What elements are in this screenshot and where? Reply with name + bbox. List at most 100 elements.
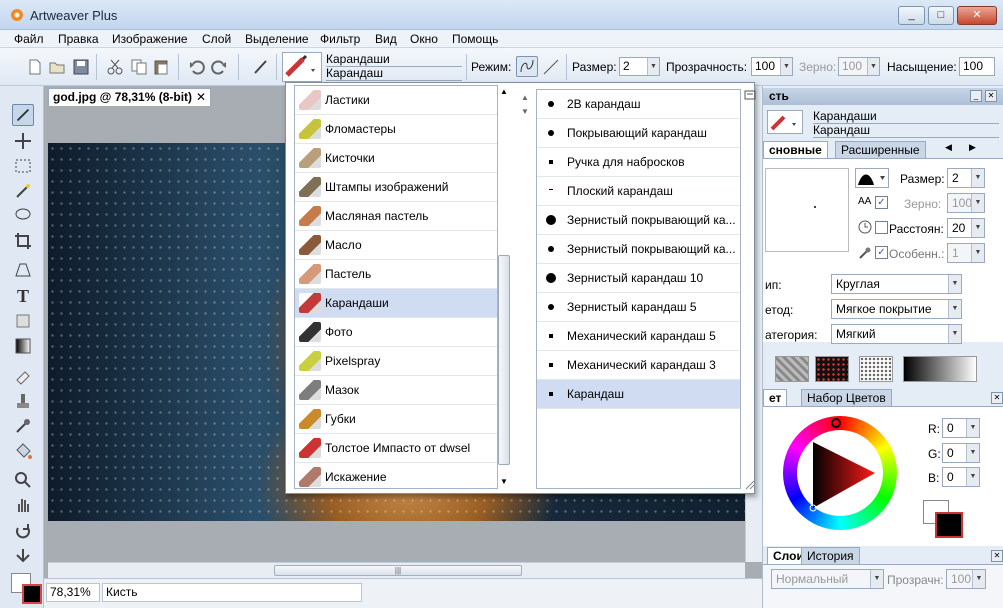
hand-tool-icon[interactable] — [12, 494, 34, 516]
grain-swatch[interactable] — [859, 356, 893, 382]
brush-category-item[interactable]: Толстое Импасто от dwsel — [295, 434, 497, 463]
color-triangle[interactable] — [783, 416, 897, 530]
panel-foreground-color-swatch[interactable] — [935, 512, 963, 538]
tab-next-icon[interactable]: ▶ — [969, 142, 976, 153]
resize-grip-icon[interactable] — [744, 479, 756, 491]
document-tab[interactable]: god.jpg @ 78,31% (8-bit) ✕ — [48, 88, 211, 106]
category-scrollbar[interactable]: ▲ ▼ — [496, 85, 512, 489]
saturation-input[interactable]: 100 — [959, 57, 995, 76]
list-scroll-down-icon[interactable]: ▼ — [521, 107, 529, 116]
brush-variant-item[interactable]: Карандаш — [537, 380, 740, 409]
brush-preset-picker[interactable] — [282, 52, 322, 82]
brush-type-select[interactable]: Круглая ▼ — [831, 274, 962, 294]
menu-help[interactable]: Помощь — [452, 32, 498, 46]
brush-category-item[interactable]: Мазок — [295, 376, 497, 405]
red-input[interactable]: 0 ▼ — [942, 418, 980, 438]
open-folder-icon[interactable] — [48, 58, 66, 76]
tab-basic[interactable]: сновные — [763, 141, 828, 158]
mode-freehand-button[interactable] — [516, 56, 538, 77]
undo-icon[interactable] — [188, 58, 206, 76]
grain-checkbox[interactable]: ✓ — [875, 196, 888, 209]
brush-variant-item[interactable]: Зернистый покрывающий ка... — [537, 206, 740, 235]
close-button[interactable]: ✕ — [957, 6, 997, 25]
brush-category-item[interactable]: Масляная пастель — [295, 202, 497, 231]
zoom-tool-icon[interactable] — [12, 469, 34, 491]
straight-line-icon[interactable] — [542, 58, 560, 76]
scroll-down-icon[interactable]: ▼ — [500, 477, 508, 486]
menu-layer[interactable]: Слой — [202, 32, 231, 46]
brush-category-list[interactable]: Ластики Фломастеры Кисточки Штампы изображе… — [294, 85, 498, 489]
brush-category-item[interactable]: Губки — [295, 405, 497, 434]
menu-window[interactable]: Окно — [410, 32, 438, 46]
brush-variant-item[interactable]: Механический карандаш 5 — [537, 322, 740, 351]
texture-swatch[interactable] — [775, 356, 809, 382]
blue-input[interactable]: 0 ▼ — [942, 467, 980, 487]
cut-icon[interactable] — [106, 58, 124, 76]
spacing-checkbox[interactable] — [875, 221, 888, 234]
feature-checkbox[interactable]: ✓ — [875, 246, 888, 259]
brush-category-item[interactable]: Пастель — [295, 260, 497, 289]
stamp-tool-icon[interactable] — [12, 390, 34, 412]
redo-icon[interactable] — [210, 58, 228, 76]
lasso-tool-icon[interactable] — [12, 205, 34, 227]
new-file-icon[interactable] — [26, 58, 44, 76]
shape-tool-icon[interactable] — [12, 310, 34, 332]
popup-menu-icon[interactable] — [744, 89, 756, 101]
gradient-swatch[interactable] — [903, 356, 977, 382]
foreground-color-swatch[interactable] — [22, 584, 42, 604]
size-input[interactable]: 2 ▼ — [619, 57, 660, 76]
brush-category-item[interactable]: Pixelspray — [295, 347, 497, 376]
menu-image[interactable]: Изображение — [112, 32, 188, 46]
brush-category-item[interactable]: Кисточки — [295, 144, 497, 173]
brush-category-item[interactable]: Штампы изображений — [295, 173, 497, 202]
opacity-input[interactable]: 100 ▼ — [751, 57, 793, 76]
brush-variant-item[interactable]: Покрывающий карандаш — [537, 119, 740, 148]
rotate-view-tool-icon[interactable] — [12, 520, 34, 542]
maximize-button[interactable]: □ — [928, 6, 954, 25]
green-input[interactable]: 0 ▼ — [942, 443, 980, 463]
brush-size-input[interactable]: 2 ▼ — [947, 168, 985, 188]
eyedropper-tool-icon[interactable] — [12, 415, 34, 437]
text-tool-icon[interactable]: T — [12, 284, 34, 306]
tab-advanced[interactable]: Расширенные — [835, 141, 926, 158]
blend-mode-select[interactable]: Нормальный ▼ — [771, 569, 884, 589]
layer-opacity-input[interactable]: 100 ▼ — [946, 569, 986, 589]
list-scroll-up-icon[interactable]: ▲ — [521, 93, 529, 102]
tab-color-set[interactable]: Набор Цветов — [801, 389, 892, 406]
menu-view[interactable]: Вид — [375, 32, 397, 46]
brush-variant-item[interactable]: Зернистый карандаш 10 — [537, 264, 740, 293]
menu-select[interactable]: Выделение — [245, 32, 309, 46]
fill-bucket-tool-icon[interactable] — [12, 440, 34, 462]
brush-tool-icon[interactable] — [12, 104, 34, 126]
color-panel-close-icon[interactable]: ✕ — [991, 392, 1003, 404]
color-wheel[interactable] — [783, 416, 897, 530]
tab-prev-icon[interactable]: ◀ — [945, 142, 952, 153]
brush-category-item[interactable]: Карандаши — [295, 289, 497, 318]
menu-file[interactable]: Файл — [14, 32, 44, 46]
horizontal-scrollbar[interactable]: ||| — [48, 562, 745, 578]
brush-category-item[interactable]: Фото — [295, 318, 497, 347]
gradient-tool-icon[interactable] — [12, 335, 34, 357]
brush-category-item[interactable]: Масло — [295, 231, 497, 260]
rect-select-tool-icon[interactable] — [12, 155, 34, 177]
brush-shape-picker[interactable] — [855, 168, 889, 188]
eraser-tool-icon[interactable] — [12, 365, 34, 387]
paste-icon[interactable] — [152, 58, 170, 76]
tab-history[interactable]: История — [801, 547, 860, 564]
tab-color[interactable]: ет — [763, 389, 788, 406]
close-document-icon[interactable]: ✕ — [196, 89, 206, 106]
scrollbar-thumb[interactable]: ||| — [274, 565, 522, 576]
brush-category-item[interactable]: Искажение — [295, 463, 497, 488]
brush-variant-item[interactable]: Зернистый покрывающий ка... — [537, 235, 740, 264]
smudge-tool-icon[interactable] — [12, 545, 34, 567]
category-scroll-thumb[interactable] — [498, 255, 510, 465]
brush-method-select[interactable]: Мягкое покрытие ▼ — [831, 299, 962, 319]
pattern-swatch[interactable] — [815, 356, 849, 382]
brush-panel-preset-picker[interactable] — [767, 110, 803, 134]
brush-variant-item[interactable]: Зернистый карандаш 5 — [537, 293, 740, 322]
panel-close-icon[interactable]: ✕ — [985, 90, 997, 102]
brush-category-item[interactable]: Ластики — [295, 86, 497, 115]
copy-icon[interactable] — [130, 58, 148, 76]
brush-variant-item[interactable]: Ручка для набросков — [537, 148, 740, 177]
brush-tool-icon[interactable] — [252, 58, 270, 76]
